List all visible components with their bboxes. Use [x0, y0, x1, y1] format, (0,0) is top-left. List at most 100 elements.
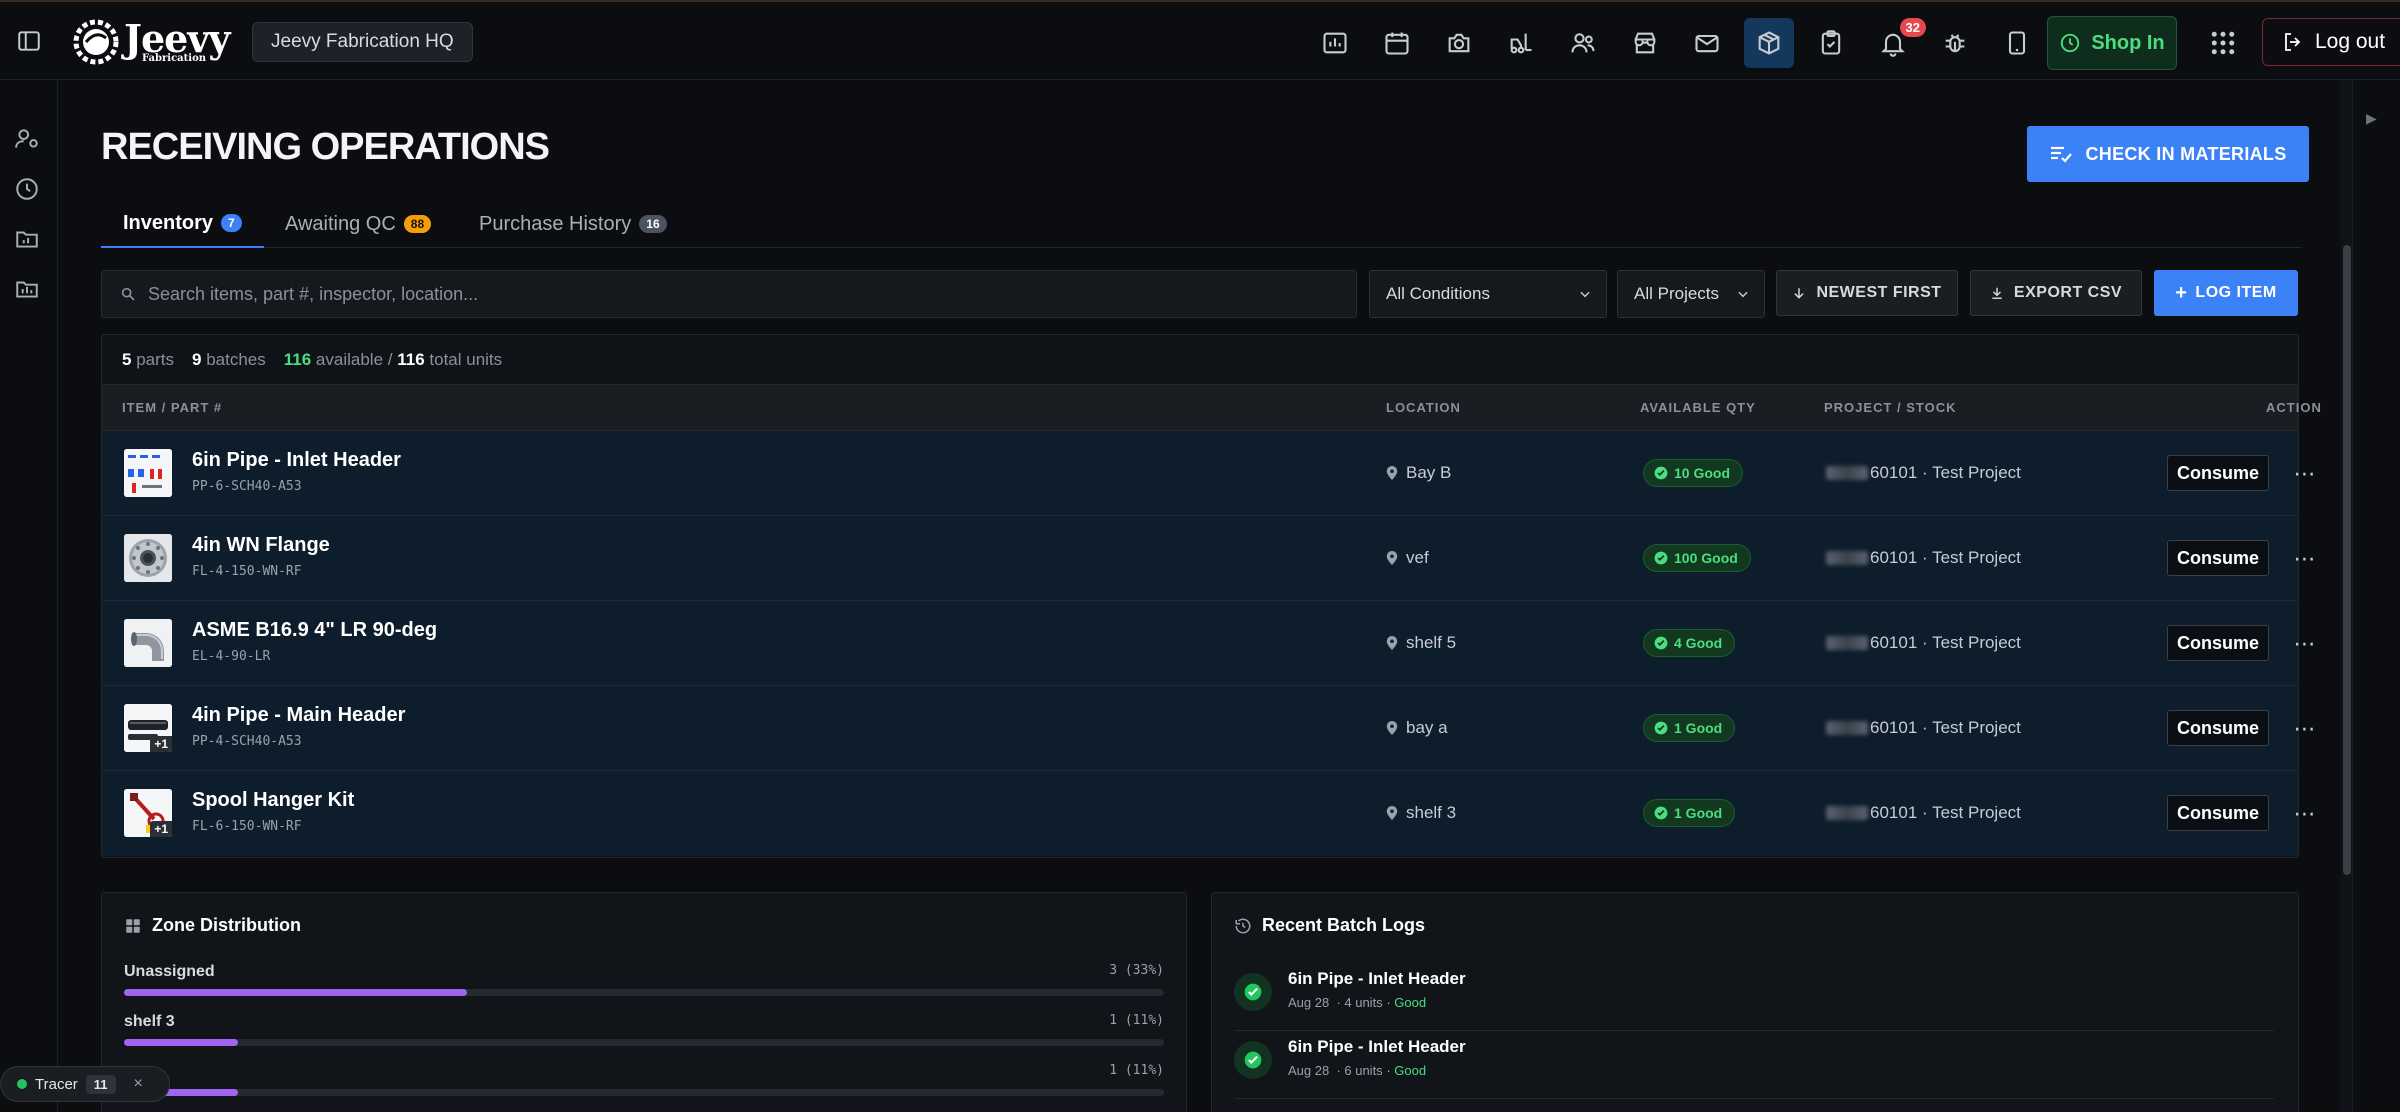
tab-count-badge: 16 [639, 215, 667, 233]
scrollbar-thumb[interactable] [2343, 245, 2351, 875]
location-value: bay a [1406, 718, 1448, 737]
check-circle-icon [1654, 806, 1668, 820]
location-cell: vef [1386, 548, 1429, 568]
clipboard-check-icon[interactable] [1806, 18, 1856, 68]
tracer-widget[interactable]: Tracer 11 × [0, 1066, 170, 1102]
consume-button[interactable]: Consume [2167, 710, 2269, 746]
parts-label: parts [136, 349, 174, 369]
user-settings-icon[interactable] [14, 126, 44, 156]
item-name[interactable]: ASME B16.9 4" LR 90-deg [192, 619, 437, 642]
project-cell: 60101 · Test Project [1826, 803, 2021, 823]
export-label: EXPORT CSV [2013, 284, 2123, 301]
logo[interactable]: Jeevy Fabrication [72, 16, 230, 68]
more-options-icon[interactable]: ⋯ [2290, 459, 2320, 489]
package-icon[interactable] [1744, 18, 1794, 68]
map-pin-icon [1386, 551, 1398, 565]
more-options-icon[interactable]: ⋯ [2290, 799, 2320, 829]
item-name[interactable]: Spool Hanger Kit [192, 789, 354, 812]
table-row[interactable]: ASME B16.9 4" LR 90-deg EL-4-90-LR shelf… [102, 601, 2316, 686]
extra-images-badge: +1 [150, 736, 172, 752]
log-item-label: LOG ITEM [2195, 284, 2277, 301]
bug-icon[interactable] [1930, 18, 1980, 68]
projects-select[interactable]: All Projects [1617, 270, 1765, 318]
qty-value: 1 Good [1674, 720, 1723, 736]
logo-subtitle: Fabrication [142, 53, 207, 64]
more-options-icon[interactable]: ⋯ [2290, 544, 2320, 574]
table-row[interactable]: +1 Spool Hanger Kit FL-6-150-WN-RF shelf… [102, 771, 2316, 856]
folder-chart-icon[interactable] [14, 226, 44, 256]
forklift-icon[interactable] [1496, 18, 1546, 68]
more-options-icon[interactable]: ⋯ [2290, 629, 2320, 659]
part-number: EL-4-90-LR [192, 649, 271, 664]
item-name[interactable]: 6in Pipe - Inlet Header [192, 449, 401, 472]
table-row[interactable]: 6in Pipe - Inlet Header PP-6-SCH40-A53 B… [102, 431, 2316, 516]
dashboard-icon[interactable] [1310, 18, 1360, 68]
batches-label: batches [206, 349, 266, 369]
batch-log-item[interactable]: 6in Pipe - Inlet Header Aug 28 · 6 units… [1234, 1031, 2274, 1099]
location-value: shelf 3 [1406, 803, 1457, 822]
check-circle-icon [1654, 721, 1668, 735]
bell-icon[interactable]: 32 [1868, 18, 1926, 68]
total-count: 116 [397, 349, 425, 369]
report-icon[interactable] [14, 276, 44, 306]
part-number: FL-4-150-WN-RF [192, 564, 302, 579]
search-input[interactable] [148, 283, 1328, 305]
batch-log-item[interactable]: 6in Pipe - Inlet Header Aug 28 · 4 units… [1234, 963, 2274, 1031]
location-value: Bay B [1406, 463, 1452, 482]
clock-icon [2061, 33, 2080, 53]
download-icon [1992, 287, 2002, 299]
shop-in-button[interactable]: Shop In [2047, 16, 2177, 70]
calendar-icon[interactable] [1372, 18, 1422, 68]
tab-inventory[interactable]: Inventory 7 [101, 200, 264, 248]
apps-grid-icon[interactable] [2208, 28, 2238, 58]
check-circle-icon [1654, 466, 1668, 480]
log-meta: Aug 28 · 6 units · Good [1288, 1063, 1426, 1078]
item-name[interactable]: 4in WN Flange [192, 534, 330, 557]
mail-icon[interactable] [1682, 18, 1732, 68]
project-value: 60101 · Test Project [1870, 718, 2021, 737]
available-label: available / [315, 349, 393, 369]
log-meta: Aug 28 · 4 units · Good [1288, 995, 1426, 1010]
tab-purchase-history[interactable]: Purchase History 16 [457, 200, 689, 248]
consume-button[interactable]: Consume [2167, 455, 2269, 491]
main-content: RECEIVING OPERATIONS CHECK IN MATERIALS … [58, 80, 2340, 1112]
expand-panel-icon[interactable]: ▶ [2366, 110, 2377, 127]
camera-icon[interactable] [1434, 18, 1484, 68]
search-box [101, 270, 1357, 318]
log-item-button[interactable]: + LOG ITEM [2154, 270, 2298, 316]
qty-badge: 100 Good [1643, 544, 1751, 572]
extra-images-badge: +1 [150, 821, 172, 837]
log-date: Aug 28 [1288, 1063, 1330, 1078]
zone-bar-fill [124, 1039, 239, 1046]
consume-button[interactable]: Consume [2167, 795, 2269, 831]
log-units: · 6 units [1336, 1063, 1383, 1078]
consume-button[interactable]: Consume [2167, 625, 2269, 661]
item-name[interactable]: 4in Pipe - Main Header [192, 704, 405, 727]
zone-bar [124, 1089, 1164, 1096]
col-location: LOCATION [1386, 400, 1461, 415]
more-options-icon[interactable]: ⋯ [2290, 714, 2320, 744]
store-icon[interactable] [1620, 18, 1670, 68]
check-in-materials-button[interactable]: CHECK IN MATERIALS [2027, 126, 2309, 182]
chevron-down-icon [1580, 291, 1590, 298]
conditions-select[interactable]: All Conditions [1369, 270, 1607, 318]
qty-badge: 10 Good [1643, 459, 1744, 487]
table-row[interactable]: +1 4in Pipe - Main Header PP-4-SCH40-A53… [102, 686, 2316, 771]
logout-button[interactable]: Log out [2262, 18, 2400, 66]
users-icon[interactable] [1558, 18, 1608, 68]
check-circle-icon [1654, 551, 1668, 565]
sort-button[interactable]: NEWEST FIRST [1776, 270, 1958, 316]
history-clock-icon[interactable] [14, 176, 44, 206]
zone-name [124, 1063, 1164, 1081]
sidebar-toggle-icon[interactable] [14, 26, 44, 56]
top-nav-icons: 32 [1310, 18, 2042, 68]
tab-awaiting-qc[interactable]: Awaiting QC 88 [263, 200, 453, 248]
zone-item: shelf 3 1 (11%) [124, 1013, 1164, 1046]
consume-button[interactable]: Consume [2167, 540, 2269, 576]
project-value: 60101 · Test Project [1870, 803, 2021, 822]
export-csv-button[interactable]: EXPORT CSV [1970, 270, 2142, 316]
org-switcher[interactable]: Jeevy Fabrication HQ [252, 22, 473, 62]
table-row[interactable]: 4in WN Flange FL-4-150-WN-RF vef 100 Goo… [102, 516, 2316, 601]
tablet-icon[interactable] [1992, 18, 2042, 68]
close-icon[interactable]: × [134, 1075, 143, 1093]
